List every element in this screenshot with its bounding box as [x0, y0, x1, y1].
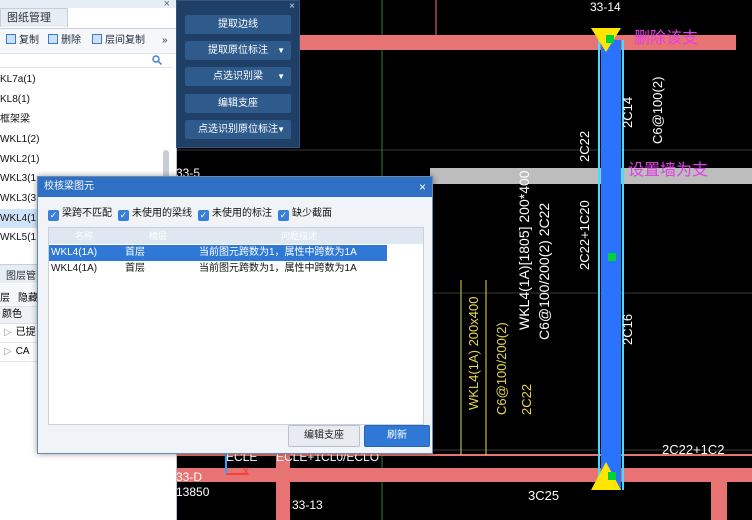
checkbox-icon[interactable]: ✓: [118, 210, 129, 221]
more-button[interactable]: »: [162, 33, 168, 49]
close-icon[interactable]: ×: [289, 1, 295, 12]
floor-copy-icon: [92, 34, 102, 44]
table-header: 名称 楼层 问题描述: [49, 228, 423, 244]
issue-table: 名称 楼层 问题描述 WKL4(1A) 首层 当前图元跨数为1，属性中跨数为1A…: [48, 227, 424, 425]
search-icon: [152, 55, 162, 65]
beam-label-yellow-3: 2C22: [519, 383, 534, 415]
checkbox-icon[interactable]: ✓: [278, 210, 289, 221]
column-header-floor[interactable]: 楼层: [149, 228, 167, 244]
edit-support-button[interactable]: 编辑支座: [185, 94, 291, 113]
rebar-2c14: 2C14: [620, 96, 635, 128]
edit-support-dialog-button[interactable]: 编辑支座: [288, 425, 360, 447]
check-span-mismatch[interactable]: ✓ 梁跨不匹配: [48, 207, 112, 221]
beam-bottom: [176, 468, 752, 482]
delete-button[interactable]: 删除: [48, 33, 81, 49]
rebar-2c22-top: 2C22: [577, 130, 592, 162]
rebar-2c22-1c20: 2C22+1C20: [577, 200, 592, 270]
rebar-bottom-c25: 3C25: [528, 488, 560, 503]
grid-label-bottom: 33-13: [292, 498, 323, 512]
layer-panel-title[interactable]: 图层管: [6, 267, 36, 282]
check-missing-section[interactable]: ✓ 缺少截面: [278, 207, 332, 221]
check-beam-dialog: 校核梁图元 × ✓ 梁跨不匹配 ✓ 未使用的梁线 ✓ 未使用的标注 ✓ 缺少截面 名称 …: [37, 176, 433, 454]
rebar-bottom-right: 2C22+1C2: [662, 442, 725, 457]
floor-copy-button[interactable]: 层间复制: [92, 33, 145, 49]
panel-toolbar: 复制 删除 层间复制 »: [0, 28, 176, 54]
check-unused-annotations[interactable]: ✓ 未使用的标注: [198, 207, 272, 221]
layer-tool-a[interactable]: 层: [0, 289, 10, 304]
dialog-close-icon[interactable]: ×: [419, 177, 426, 197]
grid-label-bottom-left: 33-D: [176, 470, 203, 484]
dialog-title: 校核梁图元: [44, 181, 94, 192]
check-unused-beam-lines[interactable]: ✓ 未使用的梁线: [118, 207, 192, 221]
panel-close-icon[interactable]: ×: [164, 0, 170, 10]
list-item[interactable]: KL8(1): [0, 90, 164, 109]
beam-command-panel: × 提取边线 提取原位标注 ▼ 点选识别梁 ▼ 编辑支座 点选识别原位标注 ▼: [176, 0, 300, 148]
delete-icon: [48, 34, 58, 44]
extract-edge-button[interactable]: 提取边线: [185, 15, 291, 34]
beam-label-yellow: WKL4(1A) 200x400: [466, 296, 481, 410]
refresh-button[interactable]: 刷新: [364, 425, 430, 447]
beam-vertical: [601, 40, 621, 490]
list-item[interactable]: 框架梁: [0, 110, 164, 129]
grid-label-top: 33-14: [590, 0, 621, 14]
node-bottom: [608, 472, 616, 480]
chevron-down-icon[interactable]: ▼: [277, 120, 285, 139]
layer-hide-button[interactable]: 隐藏: [18, 289, 38, 304]
list-item[interactable]: KL7a(1): [0, 70, 164, 89]
table-row[interactable]: WKL4(1A) 首层 当前图元跨数为1，属性中跨数为1A: [49, 245, 387, 261]
rebar-2c16: 2C16: [620, 313, 635, 345]
rebar-c6: C6@100(2): [650, 76, 665, 144]
extract-inplace-annotation-button[interactable]: 提取原位标注 ▼: [185, 41, 291, 60]
axis-x-label: X: [242, 466, 250, 478]
copy-button[interactable]: 复制: [6, 33, 39, 49]
column-header-desc[interactable]: 问题描述: [281, 228, 317, 244]
column-header-name[interactable]: 名称: [75, 228, 93, 244]
dialog-titlebar[interactable]: 校核梁图元 ×: [38, 177, 432, 197]
list-item[interactable]: WKL1(2): [0, 130, 164, 149]
beam-label-main-2: C6@100/200(2) 2C22: [536, 202, 552, 340]
list-item[interactable]: WKL2(1): [0, 150, 164, 169]
copy-icon: [6, 34, 16, 44]
beam-label-main: WKL4(1A)[1805] 200*400: [516, 170, 532, 330]
callout-set-wall-support: 设置墙为支: [628, 162, 709, 179]
node-top: [606, 35, 614, 43]
beam-label-yellow-2: C6@100/200(2): [494, 322, 509, 415]
node-mid: [608, 253, 616, 261]
table-row[interactable]: WKL4(1A) 首层 当前图元跨数为1，属性中跨数为1A: [49, 261, 387, 277]
panel-tab-drawings[interactable]: 图纸管理: [0, 8, 68, 27]
dimension-bottom: 13850: [176, 485, 210, 499]
chevron-down-icon[interactable]: ▼: [277, 67, 285, 86]
checkbox-icon[interactable]: ✓: [48, 210, 59, 221]
chevron-down-icon[interactable]: ▼: [277, 41, 285, 60]
pick-identify-inplace-annotation-button[interactable]: 点选识别原位标注 ▼: [185, 120, 291, 139]
search-bar[interactable]: [0, 53, 172, 68]
checkbox-icon[interactable]: ✓: [198, 210, 209, 221]
callout-delete-support: 删除该支: [634, 30, 699, 47]
pick-identify-beam-button[interactable]: 点选识别梁 ▼: [185, 67, 291, 86]
